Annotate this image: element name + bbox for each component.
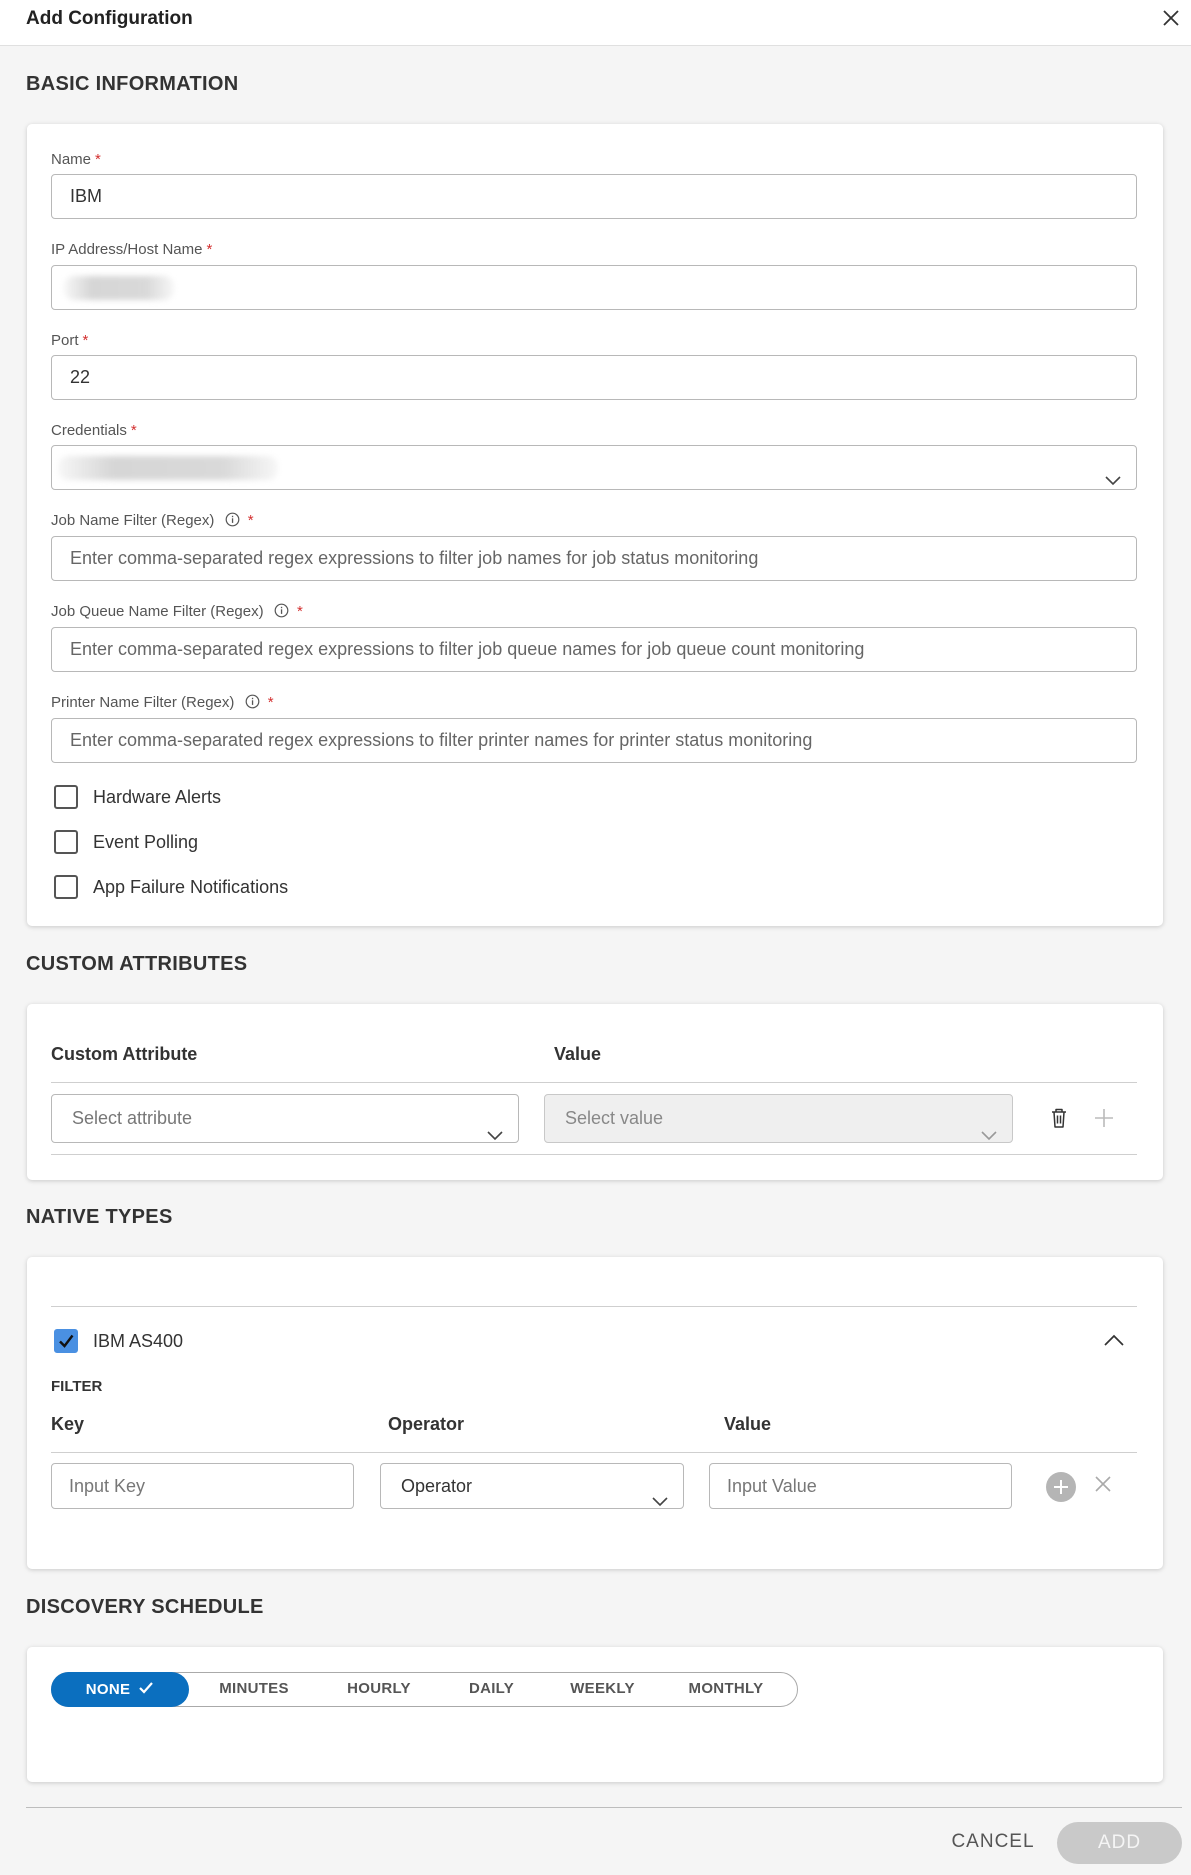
- checkbox-box[interactable]: [54, 875, 78, 899]
- column-header-key: Key: [51, 1414, 85, 1434]
- schedule-segmented-control: NONE MINUTES HOURLY DAILY WEEKLY MONTHLY: [51, 1672, 798, 1707]
- trash-icon[interactable]: [1049, 1106, 1069, 1135]
- port-label: Port *: [51, 332, 89, 349]
- name-label: Name *: [51, 151, 101, 168]
- column-header-attribute: Custom Attribute: [51, 1044, 198, 1064]
- column-header-value: Value: [554, 1044, 602, 1064]
- credentials-label: Credentials *: [51, 422, 137, 439]
- schedule-option-daily[interactable]: DAILY: [439, 1672, 544, 1707]
- host-label: IP Address/Host Name *: [51, 241, 213, 258]
- schedule-option-weekly[interactable]: WEEKLY: [544, 1672, 661, 1707]
- chevron-down-icon: [980, 1113, 998, 1160]
- checkbox-label: App Failure Notifications: [93, 876, 289, 897]
- basic-information-card: Name* IP Address/Host Name* Port* Creden…: [27, 124, 1163, 926]
- chevron-down-icon: [486, 1113, 504, 1160]
- section-title-custom: CUSTOM ATTRIBUTES: [26, 953, 248, 975]
- native-types-card: IBM AS400 FILTER Key Operator Value Oper…: [27, 1257, 1163, 1569]
- port-input[interactable]: [51, 355, 1137, 400]
- job-queue-filter-input[interactable]: [51, 627, 1137, 672]
- job-name-filter-input[interactable]: [51, 536, 1137, 581]
- host-input[interactable]: [51, 265, 1137, 310]
- chevron-up-icon[interactable]: [1103, 1333, 1125, 1352]
- divider: [51, 1082, 1137, 1083]
- credentials-select[interactable]: [51, 445, 1137, 490]
- add-button[interactable]: ADD: [1057, 1822, 1182, 1864]
- footer-divider: [26, 1807, 1182, 1808]
- hardware-alerts-checkbox[interactable]: Hardware Alerts: [54, 784, 221, 810]
- filter-key-input[interactable]: [51, 1463, 354, 1509]
- filter-value-input[interactable]: [709, 1463, 1012, 1509]
- operator-select[interactable]: Operator: [380, 1463, 684, 1509]
- close-icon[interactable]: [1159, 6, 1183, 30]
- checkbox-label: Event Polling: [93, 831, 199, 852]
- chevron-down-icon: [651, 1480, 669, 1524]
- checkbox-box-checked[interactable]: [54, 1329, 78, 1353]
- close-icon[interactable]: [1093, 1474, 1113, 1499]
- cancel-button[interactable]: CANCEL: [940, 1822, 1046, 1862]
- checkbox-label: IBM AS400: [93, 1330, 184, 1351]
- column-header-operator: Operator: [388, 1414, 465, 1434]
- divider: [51, 1306, 1137, 1307]
- name-input[interactable]: [51, 174, 1137, 219]
- custom-attributes-card: Custom Attribute Value Select attribute …: [27, 1004, 1163, 1180]
- filter-heading: FILTER: [51, 1378, 103, 1395]
- divider: [51, 1452, 1137, 1453]
- plus-icon: [1093, 1107, 1115, 1134]
- section-title-basic: BASIC INFORMATION: [26, 73, 239, 95]
- discovery-schedule-card: NONE MINUTES HOURLY DAILY WEEKLY MONTHLY: [27, 1647, 1163, 1782]
- event-polling-checkbox[interactable]: Event Polling: [54, 829, 198, 855]
- check-icon: [139, 1681, 154, 1694]
- info-icon[interactable]: [245, 694, 260, 713]
- schedule-option-minutes[interactable]: MINUTES: [189, 1672, 319, 1707]
- job-name-filter-label: Job Name Filter (Regex) *: [51, 512, 254, 531]
- section-title-native: NATIVE TYPES: [26, 1206, 173, 1228]
- dialog-header: Add Configuration: [0, 0, 1191, 46]
- schedule-option-monthly[interactable]: MONTHLY: [661, 1672, 791, 1707]
- divider: [51, 1154, 1137, 1155]
- ibm-as400-checkbox[interactable]: IBM AS400: [54, 1328, 183, 1354]
- checkbox-label: Hardware Alerts: [93, 786, 222, 807]
- info-icon[interactable]: [274, 603, 289, 622]
- schedule-option-hourly[interactable]: HOURLY: [319, 1672, 439, 1707]
- column-header-value: Value: [724, 1414, 772, 1434]
- attribute-select[interactable]: Select attribute: [51, 1094, 519, 1143]
- schedule-option-none[interactable]: NONE: [51, 1672, 189, 1707]
- redacted-value: [64, 276, 174, 300]
- chevron-down-icon: [1104, 460, 1122, 503]
- redacted-value: [58, 456, 278, 480]
- checkbox-box[interactable]: [54, 830, 78, 854]
- app-failure-notifications-checkbox[interactable]: App Failure Notifications: [54, 874, 288, 900]
- section-title-schedule: DISCOVERY SCHEDULE: [26, 1596, 264, 1618]
- checkbox-box[interactable]: [54, 785, 78, 809]
- info-icon[interactable]: [225, 512, 240, 531]
- add-circle-icon[interactable]: [1045, 1471, 1077, 1508]
- dialog-title: Add Configuration: [26, 8, 193, 29]
- printer-filter-label: Printer Name Filter (Regex) *: [51, 694, 274, 713]
- printer-filter-input[interactable]: [51, 718, 1137, 763]
- job-queue-filter-label: Job Queue Name Filter (Regex) *: [51, 603, 303, 622]
- value-select: Select value: [544, 1094, 1013, 1143]
